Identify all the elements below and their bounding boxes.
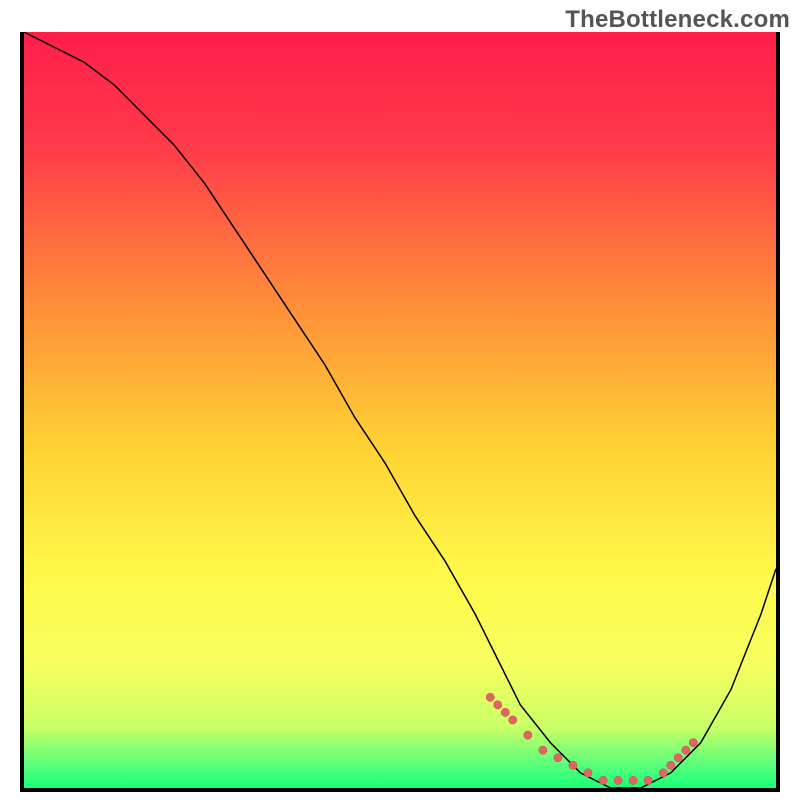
marker-dot (486, 693, 494, 701)
marker-dot (599, 776, 607, 784)
chart-svg (24, 32, 776, 788)
marker-dot (689, 738, 697, 746)
marker-dot (614, 776, 622, 784)
marker-dot (667, 761, 675, 769)
watermark-text: TheBottleneck.com (565, 6, 790, 34)
chart-background (24, 32, 776, 788)
marker-dot (644, 776, 652, 784)
plot-area (20, 32, 780, 792)
chart-container: TheBottleneck.com (0, 0, 800, 800)
marker-dot (659, 769, 667, 777)
marker-dot (501, 708, 509, 716)
marker-dot (509, 716, 517, 724)
marker-dot (539, 746, 547, 754)
marker-dot (524, 731, 532, 739)
marker-dot (569, 761, 577, 769)
marker-dot (584, 769, 592, 777)
marker-dot (629, 776, 637, 784)
marker-dot (682, 746, 690, 754)
marker-dot (554, 754, 562, 762)
marker-dot (494, 701, 502, 709)
marker-dot (674, 754, 682, 762)
